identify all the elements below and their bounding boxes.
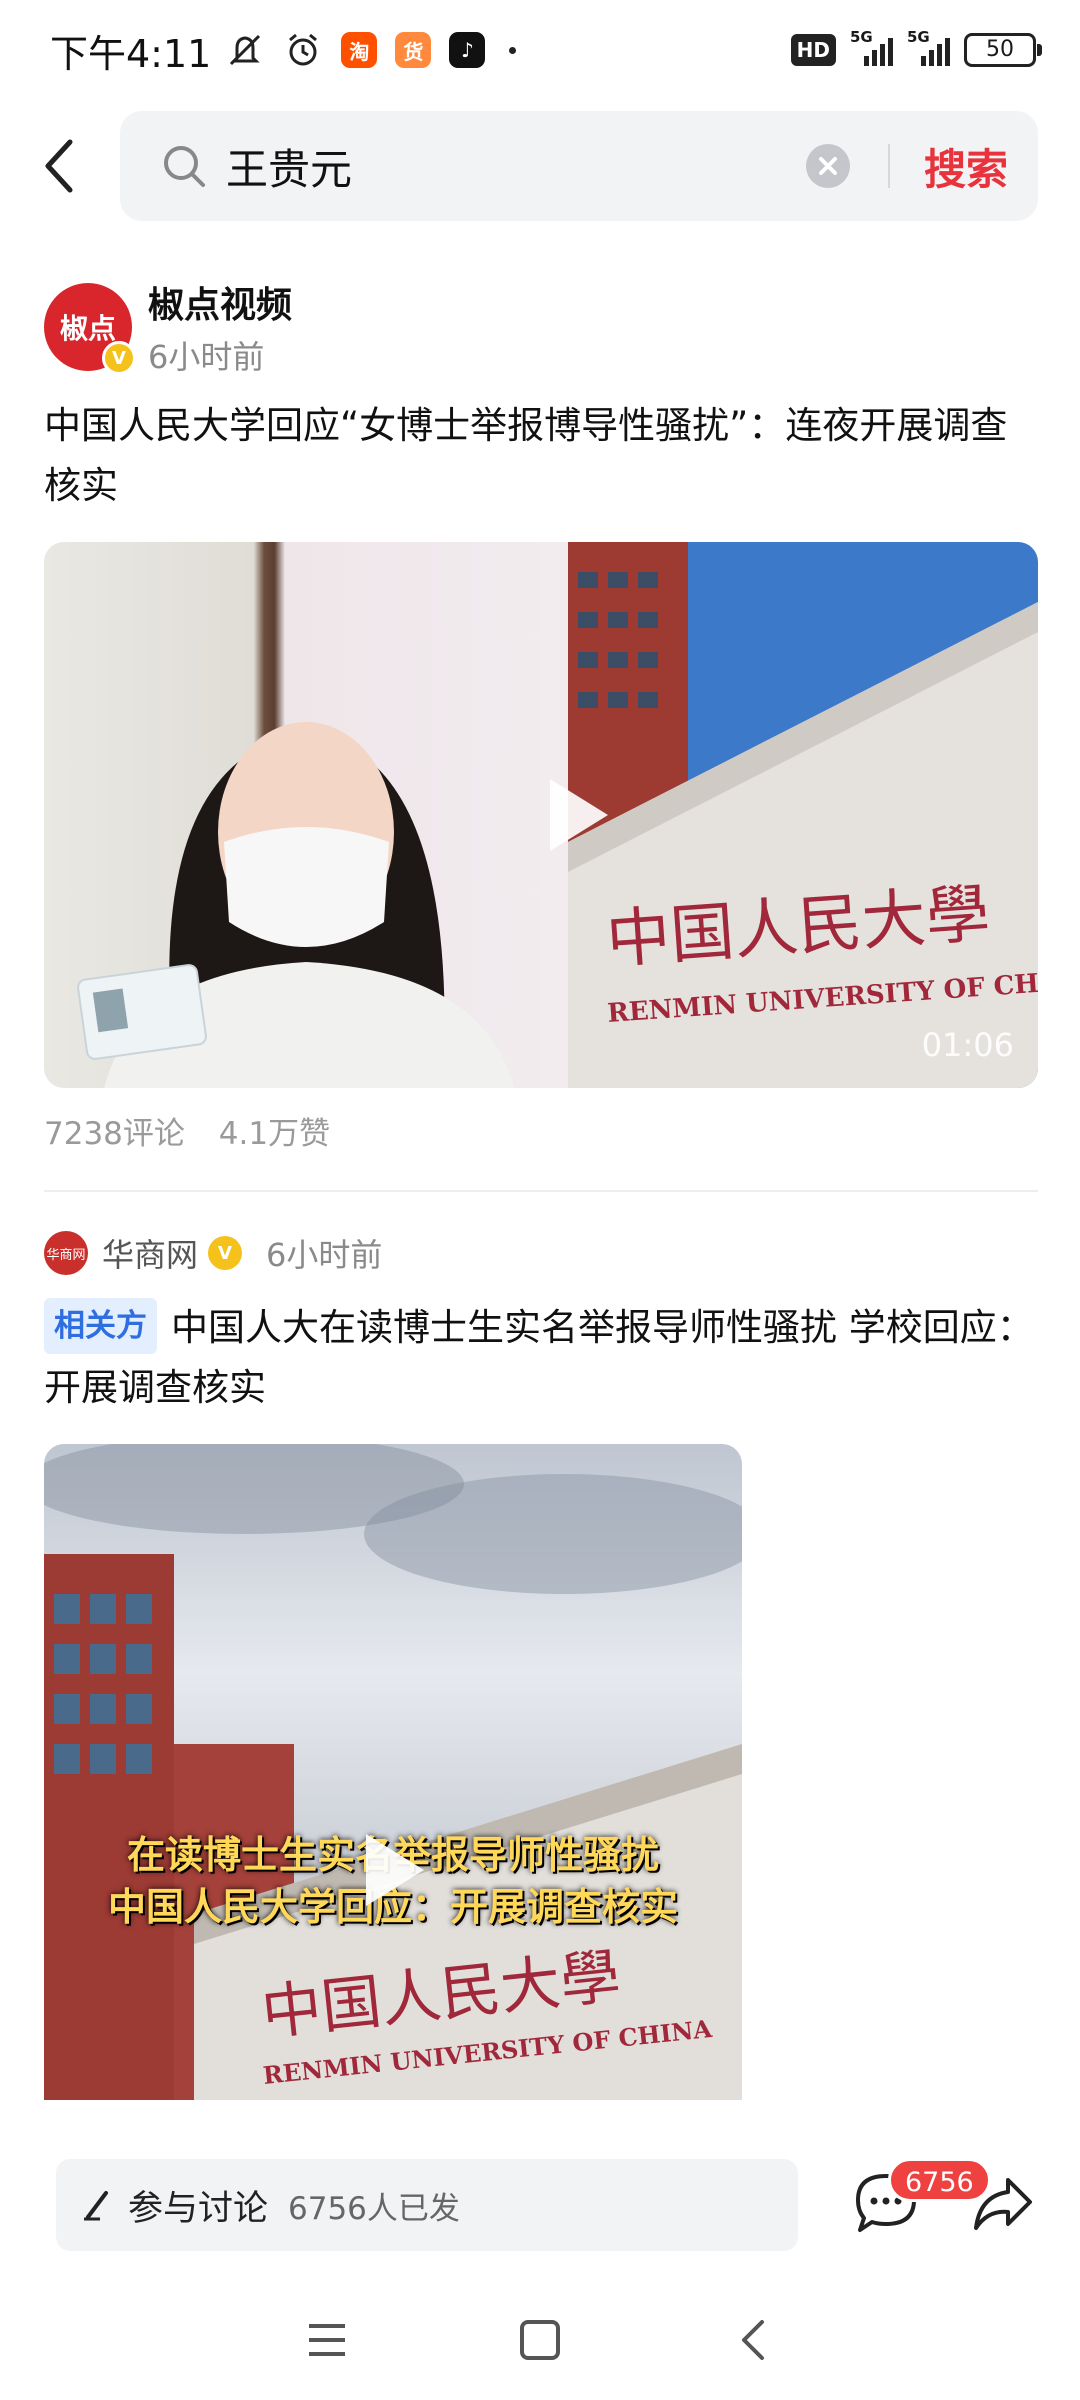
avatar[interactable]: 椒点 V bbox=[44, 283, 136, 375]
discussion-label: 参与讨论 bbox=[128, 2188, 269, 2229]
news-card-2[interactable]: 华商网 华商网 V 6小时前 相关方 中国人大在读博士生实名举报导师性骚扰 学校回… bbox=[44, 1230, 1038, 2100]
author-name[interactable]: 华商网 bbox=[102, 1230, 198, 1276]
discussion-input[interactable]: 参与讨论 6756人已发 bbox=[56, 2159, 798, 2251]
system-nav-bar bbox=[0, 2280, 1080, 2400]
play-icon[interactable] bbox=[550, 779, 608, 851]
university-illustration: 中国人民大學 RENMIN UNIVERSITY OF CHINA bbox=[568, 542, 1038, 1088]
discussion-count: 6756人已发 bbox=[288, 2190, 460, 2227]
post-time: 6小时前 bbox=[266, 1236, 383, 1274]
mute-icon bbox=[230, 34, 261, 66]
person-illustration bbox=[77, 722, 514, 1088]
comment-count[interactable]: 7238评论 bbox=[44, 1116, 185, 1152]
chevron-left-icon bbox=[45, 139, 73, 193]
search-submit-button[interactable]: 搜索 bbox=[924, 136, 1008, 197]
author-row: 华商网 华商网 V 6小时前 bbox=[44, 1230, 1038, 1276]
home-button[interactable] bbox=[510, 2310, 570, 2370]
search-header: 王贵元 搜索 bbox=[0, 108, 1080, 224]
share-icon[interactable] bbox=[970, 2170, 1036, 2236]
tiktok-app-icon: ♪ bbox=[449, 32, 486, 68]
video-frame-university: 中国人民大學 RENMIN UNIVERSITY OF CHINA bbox=[568, 542, 1038, 1088]
battery-icon: 50 bbox=[964, 33, 1042, 67]
search-box[interactable]: 王贵元 搜索 bbox=[120, 111, 1038, 221]
pen-icon bbox=[84, 2191, 108, 2221]
headline[interactable]: 中国人民大学回应“女博士举报博导性骚扰”：连夜开展调查核实 bbox=[44, 396, 1038, 516]
university-illustration: 中国人民大學 RENMIN UNIVERSITY OF CHINA bbox=[44, 1444, 742, 2100]
news-card-1[interactable]: 椒点 V 椒点视频 6小时前 中国人民大学回应“女博士举报博导性骚扰”：连夜开展… bbox=[44, 276, 1038, 1153]
avatar-text: 椒点 bbox=[59, 312, 116, 345]
headline-block[interactable]: 相关方 中国人大在读博士生实名举报导师性骚扰 学校回应：开展调查核实 bbox=[44, 1298, 1038, 1418]
menu-icon bbox=[308, 2324, 345, 2356]
headline: 中国人大在读博士生实名举报导师性骚扰 学校回应：开展调查核实 bbox=[44, 1306, 1034, 1409]
video-thumbnail[interactable]: 中国人民大學 RENMIN UNIVERSITY OF CHINA 在读博士生实… bbox=[44, 1444, 742, 2100]
search-icon bbox=[164, 146, 205, 187]
close-icon bbox=[818, 157, 837, 175]
author-name[interactable]: 椒点视频 bbox=[148, 276, 292, 328]
clear-search-button[interactable] bbox=[805, 144, 850, 188]
home-square-icon bbox=[519, 2320, 560, 2360]
video-frame-person bbox=[44, 542, 568, 1088]
post-stats: 7238评论 4.1万赞 bbox=[44, 1108, 1038, 1153]
related-party-tag: 相关方 bbox=[44, 1298, 157, 1354]
taobao-app-icon: 淘 bbox=[341, 32, 378, 68]
alarm-icon bbox=[289, 33, 318, 66]
like-count[interactable]: 4.1万赞 bbox=[219, 1116, 330, 1152]
menu-button[interactable] bbox=[297, 2310, 357, 2370]
verified-badge-icon: V bbox=[102, 341, 136, 375]
search-input[interactable]: 王贵元 bbox=[226, 136, 806, 197]
nav-back-button[interactable] bbox=[723, 2310, 783, 2370]
avatar-text: 华商网 bbox=[46, 1247, 86, 1263]
notification-dot bbox=[509, 46, 517, 54]
status-time: 下午4:11 bbox=[50, 31, 212, 76]
verified-badge-icon: V bbox=[208, 1236, 243, 1270]
post-time: 6小时前 bbox=[148, 338, 265, 376]
comment-bar: 参与讨论 6756人已发 6756 bbox=[0, 2130, 1080, 2280]
chevron-left-icon bbox=[742, 2320, 765, 2360]
signal-icon-2: 5G bbox=[907, 28, 950, 66]
back-button[interactable] bbox=[0, 108, 120, 224]
hd-voice-icon: HD bbox=[790, 34, 836, 66]
shopping-app-icon: 货 bbox=[395, 32, 432, 68]
card-divider bbox=[44, 1190, 1038, 1192]
signal-icon-1: 5G bbox=[850, 28, 893, 66]
video-thumbnail[interactable]: 中国人民大學 RENMIN UNIVERSITY OF CHINA 01:06 bbox=[44, 542, 1038, 1088]
avatar[interactable]: 华商网 bbox=[44, 1231, 88, 1275]
author-row: 椒点 V 椒点视频 6小时前 bbox=[44, 276, 1038, 378]
video-duration: 01:06 bbox=[921, 1026, 1014, 1064]
search-divider bbox=[887, 144, 890, 188]
status-bar: 下午4:11 淘 货 ♪ HD 5G 5G 50 bbox=[0, 0, 1080, 100]
play-icon[interactable] bbox=[366, 1834, 424, 1906]
